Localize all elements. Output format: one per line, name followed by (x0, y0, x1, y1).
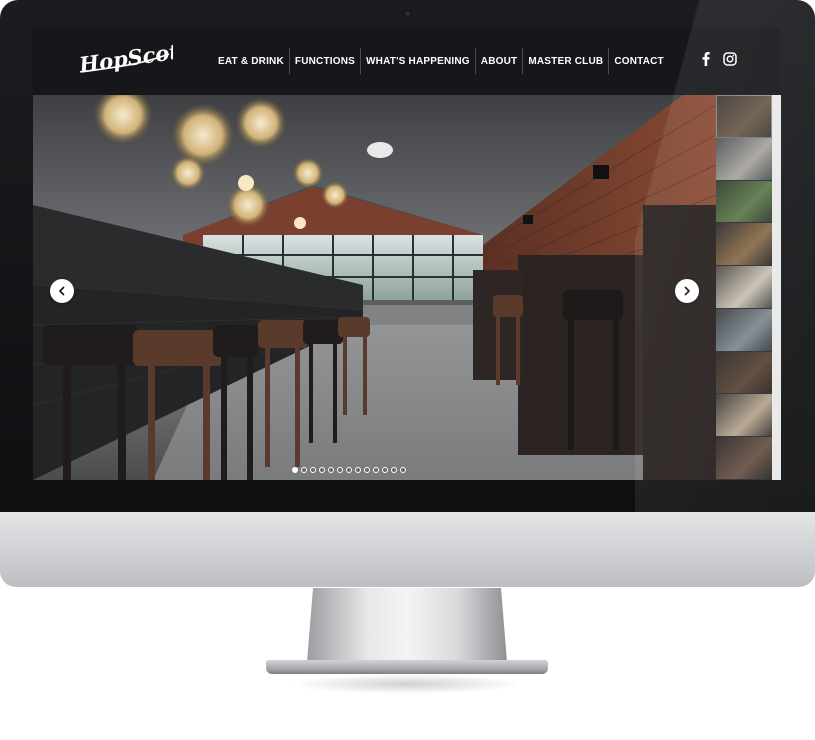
logo-wordmark: HopScotch (77, 42, 173, 76)
webcam (403, 9, 412, 18)
hopscotch-logo[interactable]: HopScotch (77, 42, 173, 76)
slider-dot[interactable] (328, 467, 334, 473)
slider-dot[interactable] (355, 467, 361, 473)
base-shadow (290, 674, 524, 694)
screen-edge (772, 95, 781, 480)
slider-dot[interactable] (292, 467, 298, 473)
nav-item-functions[interactable]: FUNCTIONS (288, 48, 360, 74)
hero-slider[interactable] (33, 95, 716, 480)
slider-thumbnail-strip (716, 95, 772, 480)
chevron-left-icon (59, 286, 65, 296)
slider-pagination (292, 467, 406, 473)
slider-prev-button[interactable] (50, 279, 74, 303)
slider-thumbnail[interactable] (716, 266, 772, 309)
monitor-chin (0, 512, 815, 587)
slider-thumbnail[interactable] (716, 137, 772, 181)
nav-item-eat-drink[interactable]: EAT & DRINK (213, 48, 289, 74)
slider-dot[interactable] (337, 467, 343, 473)
nav-item-contact[interactable]: CONTACT (608, 48, 669, 74)
imac-monitor: HopScotch EAT & DRINK FUNCTIONS WHAT'S H… (0, 0, 815, 694)
main-nav: EAT & DRINK FUNCTIONS WHAT'S HAPPENING A… (213, 47, 669, 75)
slider-thumbnail[interactable] (716, 308, 772, 352)
slider-dot[interactable] (382, 467, 388, 473)
nav-item-master-club[interactable]: MASTER CLUB (522, 48, 608, 74)
slider-thumbnail[interactable] (716, 351, 772, 395)
slider-thumbnail[interactable] (716, 223, 772, 267)
slider-dot[interactable] (400, 467, 406, 473)
slider-thumbnail[interactable] (716, 95, 772, 138)
slider-dot[interactable] (346, 467, 352, 473)
slider-thumbnail[interactable] (716, 394, 772, 438)
slider-dot[interactable] (310, 467, 316, 473)
slider-dot[interactable] (319, 467, 325, 473)
instagram-icon[interactable] (723, 52, 737, 66)
site-header: HopScotch EAT & DRINK FUNCTIONS WHAT'S H… (33, 28, 781, 95)
slider-dot[interactable] (301, 467, 307, 473)
chevron-right-icon (684, 286, 690, 296)
slider-dot[interactable] (391, 467, 397, 473)
website-screen: HopScotch EAT & DRINK FUNCTIONS WHAT'S H… (33, 28, 781, 480)
social-links (699, 52, 737, 66)
hero-photo-bar-interior (33, 95, 716, 480)
slider-thumbnail[interactable] (716, 180, 772, 224)
nav-item-whats-happening[interactable]: WHAT'S HAPPENING (360, 48, 475, 74)
facebook-icon[interactable] (699, 52, 713, 66)
nav-item-about[interactable]: ABOUT (474, 48, 523, 74)
monitor-stand (307, 588, 507, 662)
slider-next-button[interactable] (675, 279, 699, 303)
slider-dot[interactable] (364, 467, 370, 473)
slider-thumbnail[interactable] (716, 437, 772, 480)
monitor-base (266, 660, 548, 674)
slider-dot[interactable] (373, 467, 379, 473)
